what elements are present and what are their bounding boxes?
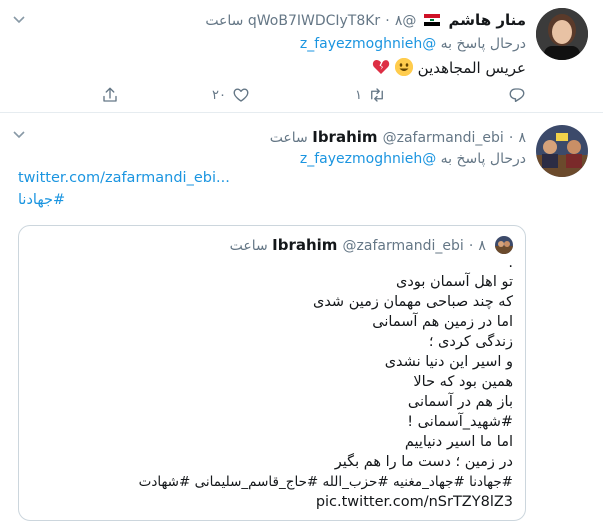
broken-heart-icon: [372, 58, 390, 76]
avatar[interactable]: [536, 125, 588, 177]
heart-icon: [233, 88, 249, 102]
hashtag-link[interactable]: #جهادنا: [18, 192, 65, 208]
separator-dot: ·: [385, 13, 390, 29]
reply-icon: [509, 88, 525, 103]
reply-context: درحال پاسخ به @z_fayezmoghnieh: [300, 151, 526, 167]
retweet-button[interactable]: ١: [355, 86, 386, 104]
quote-line: و اسیر این دنیا نشدی: [384, 354, 513, 370]
quoted-tweet[interactable]: Ibrahim @zafarmandi_ebi · ۸ ساعت . تو اه…: [18, 225, 526, 521]
quote-line: اما ما اسیر دنیاییم: [404, 434, 513, 450]
tweet-link[interactable]: twitter.com/zafarmandi_ebi...: [18, 170, 230, 186]
like-button[interactable]: ٢٠: [212, 86, 250, 104]
retweet-icon: [371, 88, 383, 102]
tweet-text: عریس المجاهدین: [372, 58, 526, 77]
reply-to-link[interactable]: @z_fayezmoghnieh: [300, 151, 436, 167]
grinning-face-icon: [394, 58, 413, 76]
quote-handle[interactable]: @zafarmandi_ebi: [343, 238, 464, 254]
quote-line: که چند صباحی مهمان زمین شدی: [312, 294, 513, 310]
quote-header: Ibrahim @zafarmandi_ebi · ۸ ساعت: [230, 235, 513, 254]
iraq-flag-icon: [424, 14, 441, 26]
chevron-down-icon[interactable]: [12, 12, 26, 30]
reply-to-link[interactable]: @z_fayezmoghnieh: [300, 36, 436, 52]
quote-avatar[interactable]: [495, 236, 513, 254]
tweet-2[interactable]: Ibrahim @zafarmandi_ebi · ۸ ساعت درحال پ…: [0, 113, 603, 532]
display-name[interactable]: Ibrahim: [312, 128, 377, 146]
like-count: ٢٠: [212, 87, 226, 103]
separator-dot: ·: [468, 238, 474, 254]
quote-line: اما در زمین هم آسمانی: [372, 314, 513, 330]
quote-line: زندگی کردی ؛: [428, 334, 513, 350]
share-button[interactable]: [101, 86, 119, 104]
tweet-header: Ibrahim @zafarmandi_ebi · ۸ ساعت: [270, 127, 526, 146]
reply-context: درحال پاسخ به @z_fayezmoghnieh: [300, 36, 526, 52]
tweet-1[interactable]: منار هاشم @qWoB7IWDCIyT8Kr · ۸ ساعت درحا…: [0, 0, 603, 113]
quote-pic-link[interactable]: pic.twitter.com/nSrTZY8lZ3: [316, 493, 513, 511]
avatar[interactable]: [536, 8, 588, 60]
quote-line: .: [508, 255, 513, 271]
quote-line: در زمین ؛ دست ما را هم بگیر: [334, 454, 513, 470]
reply-button[interactable]: [508, 86, 532, 104]
quote-line: #شهید_آسمانی !: [407, 414, 513, 430]
display-name[interactable]: منار هاشم: [449, 11, 526, 29]
separator-dot: ·: [508, 130, 514, 146]
quote-line: باز هم در آسمانی: [407, 394, 513, 410]
handle[interactable]: @zafarmandi_ebi: [383, 130, 504, 146]
tweet-header: منار هاشم @qWoB7IWDCIyT8Kr · ۸ ساعت: [205, 10, 526, 29]
quote-line: تو اهل آسمان بودی: [396, 274, 513, 290]
tweet-text-content: عریس المجاهدین: [417, 59, 526, 77]
reply-prefix: درحال پاسخ به: [440, 36, 526, 52]
share-icon: [103, 87, 117, 102]
handle[interactable]: @qWoB7IWDCIyT8Kr: [248, 13, 417, 29]
reply-prefix: درحال پاسخ به: [440, 151, 526, 167]
chevron-down-icon[interactable]: [12, 127, 26, 145]
quote-line: همین بود که حالا: [413, 374, 513, 390]
quote-hashtags[interactable]: #جهادنا #جهاد_مغنیه #حزب_الله #حاج_قاسم_…: [139, 473, 513, 491]
retweet-count: ١: [355, 87, 362, 103]
quote-display-name[interactable]: Ibrahim: [272, 236, 337, 254]
